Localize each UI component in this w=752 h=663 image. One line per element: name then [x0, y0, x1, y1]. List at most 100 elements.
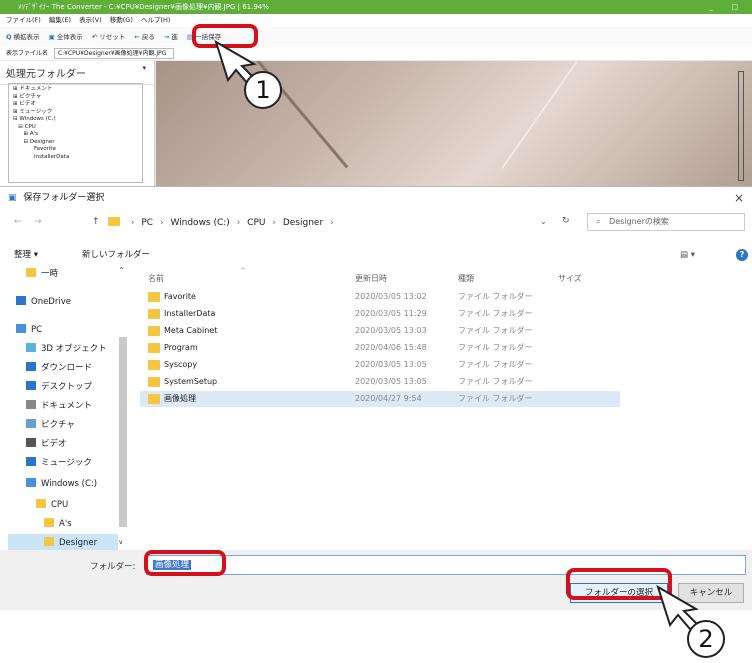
image-scrollbar[interactable] [738, 71, 744, 181]
file-name: SystemSetup [164, 377, 218, 386]
breadcrumb-cpu[interactable]: CPU [247, 218, 265, 228]
folder-tree[interactable]: ⊞ ドキュメント ⊞ ピクチャ ⊞ ビデオ ⊞ ミュージック ⊟ Windows… [8, 83, 143, 183]
nav-item[interactable]: Windows (C:) [8, 475, 118, 493]
breadcrumb[interactable]: › PC › Windows (C:) › CPU › Designer › [108, 217, 338, 228]
nav-item-icon [26, 343, 36, 352]
search-icon: ⌕ [596, 217, 601, 226]
reset-button[interactable]: ↶ リセット [92, 27, 125, 47]
nav-item[interactable]: OneDrive [8, 293, 118, 311]
source-folder-header[interactable]: 処理元フォルダー ▾ [0, 61, 154, 85]
nav-item[interactable]: Designer [8, 534, 118, 550]
new-folder-button[interactable]: 新しいフォルダー [82, 245, 150, 265]
view-options-button[interactable]: ▤ ▾ [680, 245, 695, 265]
nav-item-icon [26, 400, 36, 409]
window-controls[interactable]: _ □ [710, 0, 746, 14]
sort-arrow-icon: ^ [240, 267, 246, 275]
dialog-app-icon: ▣ [8, 193, 17, 203]
nav-item[interactable]: 3D オブジェクト [8, 340, 118, 358]
nav-item[interactable]: PC [8, 321, 118, 339]
organize-button[interactable]: 整理 ▾ [14, 245, 38, 265]
arrow-right-icon[interactable]: → [34, 217, 42, 227]
file-path-field[interactable]: C:¥CPU¥Designer¥画像処理¥内観.JPG [53, 48, 174, 59]
nav-item-label: ドキュメント [41, 401, 93, 411]
tree-item[interactable]: ⊞ ミュージック [13, 109, 138, 117]
dialog-titlebar: ▣ 保存フォルダー選択 × [0, 187, 752, 209]
nav-item[interactable]: A's [8, 515, 118, 533]
refresh-icon[interactable]: ↻ [562, 216, 570, 226]
arrow-left-icon[interactable]: ← [14, 217, 22, 227]
tree-item[interactable]: ⊞ ビデオ [13, 101, 138, 109]
fit-view-button[interactable]: Q 横拡表示 [6, 27, 40, 47]
full-view-button[interactable]: ▣ 全体表示 [49, 27, 83, 47]
search-input[interactable]: ⌕ Designerの検索 [587, 213, 745, 231]
breadcrumb-pc[interactable]: PC [141, 218, 153, 228]
menu-go[interactable]: 移動(G) [110, 16, 133, 24]
file-row[interactable]: Program 2020/04/06 15:48 ファイル フォルダー [140, 340, 620, 356]
file-date: 2020/04/27 9:54 [355, 394, 422, 403]
tree-item[interactable]: ⊞ ドキュメント [13, 86, 138, 94]
file-type: ファイル フォルダー [458, 292, 533, 301]
nav-item-label: ダウンロード [41, 363, 93, 373]
nav-item[interactable]: ビデオ [8, 435, 118, 453]
nav-item[interactable]: ドキュメント [8, 397, 118, 415]
nav-item[interactable]: ダウンロード [8, 359, 118, 377]
tree-item[interactable]: ⊟ Designer [13, 139, 138, 147]
navigation-scrollbar[interactable]: ^ v [118, 267, 128, 547]
nav-item-icon [26, 268, 36, 277]
nav-item-icon [26, 478, 36, 487]
nav-item[interactable]: CPU [8, 496, 118, 514]
arrow-up-icon[interactable]: ↑ [92, 217, 100, 227]
menu-file[interactable]: ファイル(F) [6, 16, 41, 24]
nav-item-label: A's [59, 519, 72, 529]
breadcrumb-separator: › [272, 218, 276, 228]
file-row[interactable]: Favorite 2020/03/05 13:02 ファイル フォルダー [140, 289, 620, 305]
nav-item-icon [44, 537, 54, 546]
help-icon[interactable]: ? [736, 249, 748, 261]
magnifier-icon: Q [6, 33, 12, 41]
nav-item-label: Designer [59, 538, 98, 548]
scrollbar-thumb[interactable] [119, 337, 127, 527]
file-row[interactable]: Syscopy 2020/03/05 13:05 ファイル フォルダー [140, 357, 620, 373]
chevron-down-icon[interactable]: ⌄ [540, 217, 547, 226]
nav-item[interactable]: デスクトップ [8, 378, 118, 396]
menu-help[interactable]: ヘルプ(H) [141, 16, 170, 24]
file-row[interactable]: 画像処理 2020/04/27 9:54 ファイル フォルダー [140, 391, 620, 407]
nav-item[interactable]: 一時 [8, 265, 118, 283]
chevron-down-icon[interactable]: ▾ [142, 64, 146, 72]
nav-item-icon [26, 419, 36, 428]
column-modified[interactable]: 更新日時 [355, 273, 387, 284]
nav-item-icon [16, 296, 26, 305]
file-name: Favorite [164, 292, 196, 301]
tree-item[interactable]: ⊞ A's [13, 131, 138, 139]
nav-item-icon [16, 324, 26, 333]
chevron-up-icon[interactable]: ^ [119, 267, 124, 274]
tree-item[interactable]: InstallerData [13, 154, 138, 162]
breadcrumb-designer[interactable]: Designer [283, 218, 323, 228]
file-type: ファイル フォルダー [458, 360, 533, 369]
step-1-callout: 1 [244, 71, 282, 109]
tree-item[interactable]: ⊟ Windows (C:) [13, 116, 138, 124]
file-row[interactable]: SystemSetup 2020/03/05 13:05 ファイル フォルダー [140, 374, 620, 390]
close-icon[interactable]: × [734, 187, 744, 209]
column-name[interactable]: 名前 [148, 273, 164, 284]
forward-button[interactable]: → 進 [164, 27, 178, 47]
file-name: Meta Cabinet [164, 326, 218, 335]
menu-view[interactable]: 表示(V) [79, 16, 102, 24]
back-button[interactable]: ← 戻る [134, 27, 154, 47]
file-row[interactable]: Meta Cabinet 2020/03/05 13:03 ファイル フォルダー [140, 323, 620, 339]
chevron-down-icon[interactable]: v [119, 539, 123, 546]
tree-item[interactable]: ⊞ ピクチャ [13, 94, 138, 102]
tree-item[interactable]: ⊟ CPU [13, 124, 138, 132]
column-type[interactable]: 種類 [458, 273, 474, 284]
breadcrumb-windows-c[interactable]: Windows (C:) [170, 218, 229, 228]
menu-edit[interactable]: 編集(E) [49, 16, 71, 24]
nav-item-label: ミュージック [41, 458, 92, 468]
file-type: ファイル フォルダー [458, 377, 533, 386]
breadcrumb-separator: › [159, 218, 164, 228]
column-size[interactable]: サイズ [558, 273, 582, 284]
nav-item[interactable]: ピクチャ [8, 416, 118, 434]
tree-item[interactable]: Favorite [13, 146, 138, 154]
file-row[interactable]: InstallerData 2020/03/05 11:29 ファイル フォルダー [140, 306, 620, 322]
folder-icon [148, 360, 160, 370]
nav-item[interactable]: ミュージック [8, 454, 118, 472]
